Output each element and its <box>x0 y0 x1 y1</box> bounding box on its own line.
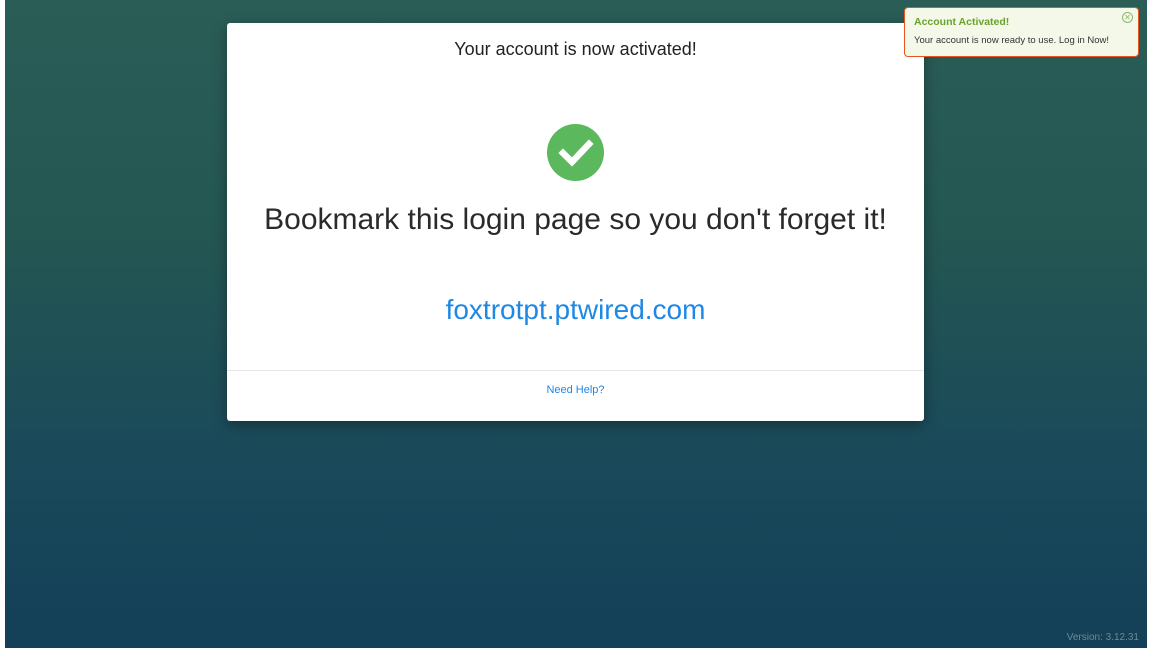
card-header-title: Your account is now activated! <box>454 39 697 59</box>
check-circle-icon <box>547 124 604 181</box>
close-icon[interactable]: ✕ <box>1122 12 1133 23</box>
page-background: Your account is now activated! Bookmark … <box>5 0 1147 648</box>
account-activated-toast: Account Activated! Your account is now r… <box>904 7 1139 57</box>
bookmark-message: Bookmark this login page so you don't fo… <box>264 203 887 236</box>
activation-card: Your account is now activated! Bookmark … <box>227 23 924 421</box>
need-help-link[interactable]: Need Help? <box>227 384 924 396</box>
checkmark-icon <box>558 139 594 167</box>
toast-message: Your account is now ready to use. Log in… <box>914 35 1110 46</box>
card-divider <box>227 370 924 371</box>
toast-title: Account Activated! <box>914 16 1010 28</box>
login-url-link[interactable]: foxtrotpt.ptwired.com <box>227 294 924 326</box>
version-label: Version: 3.12.31 <box>1066 632 1139 643</box>
